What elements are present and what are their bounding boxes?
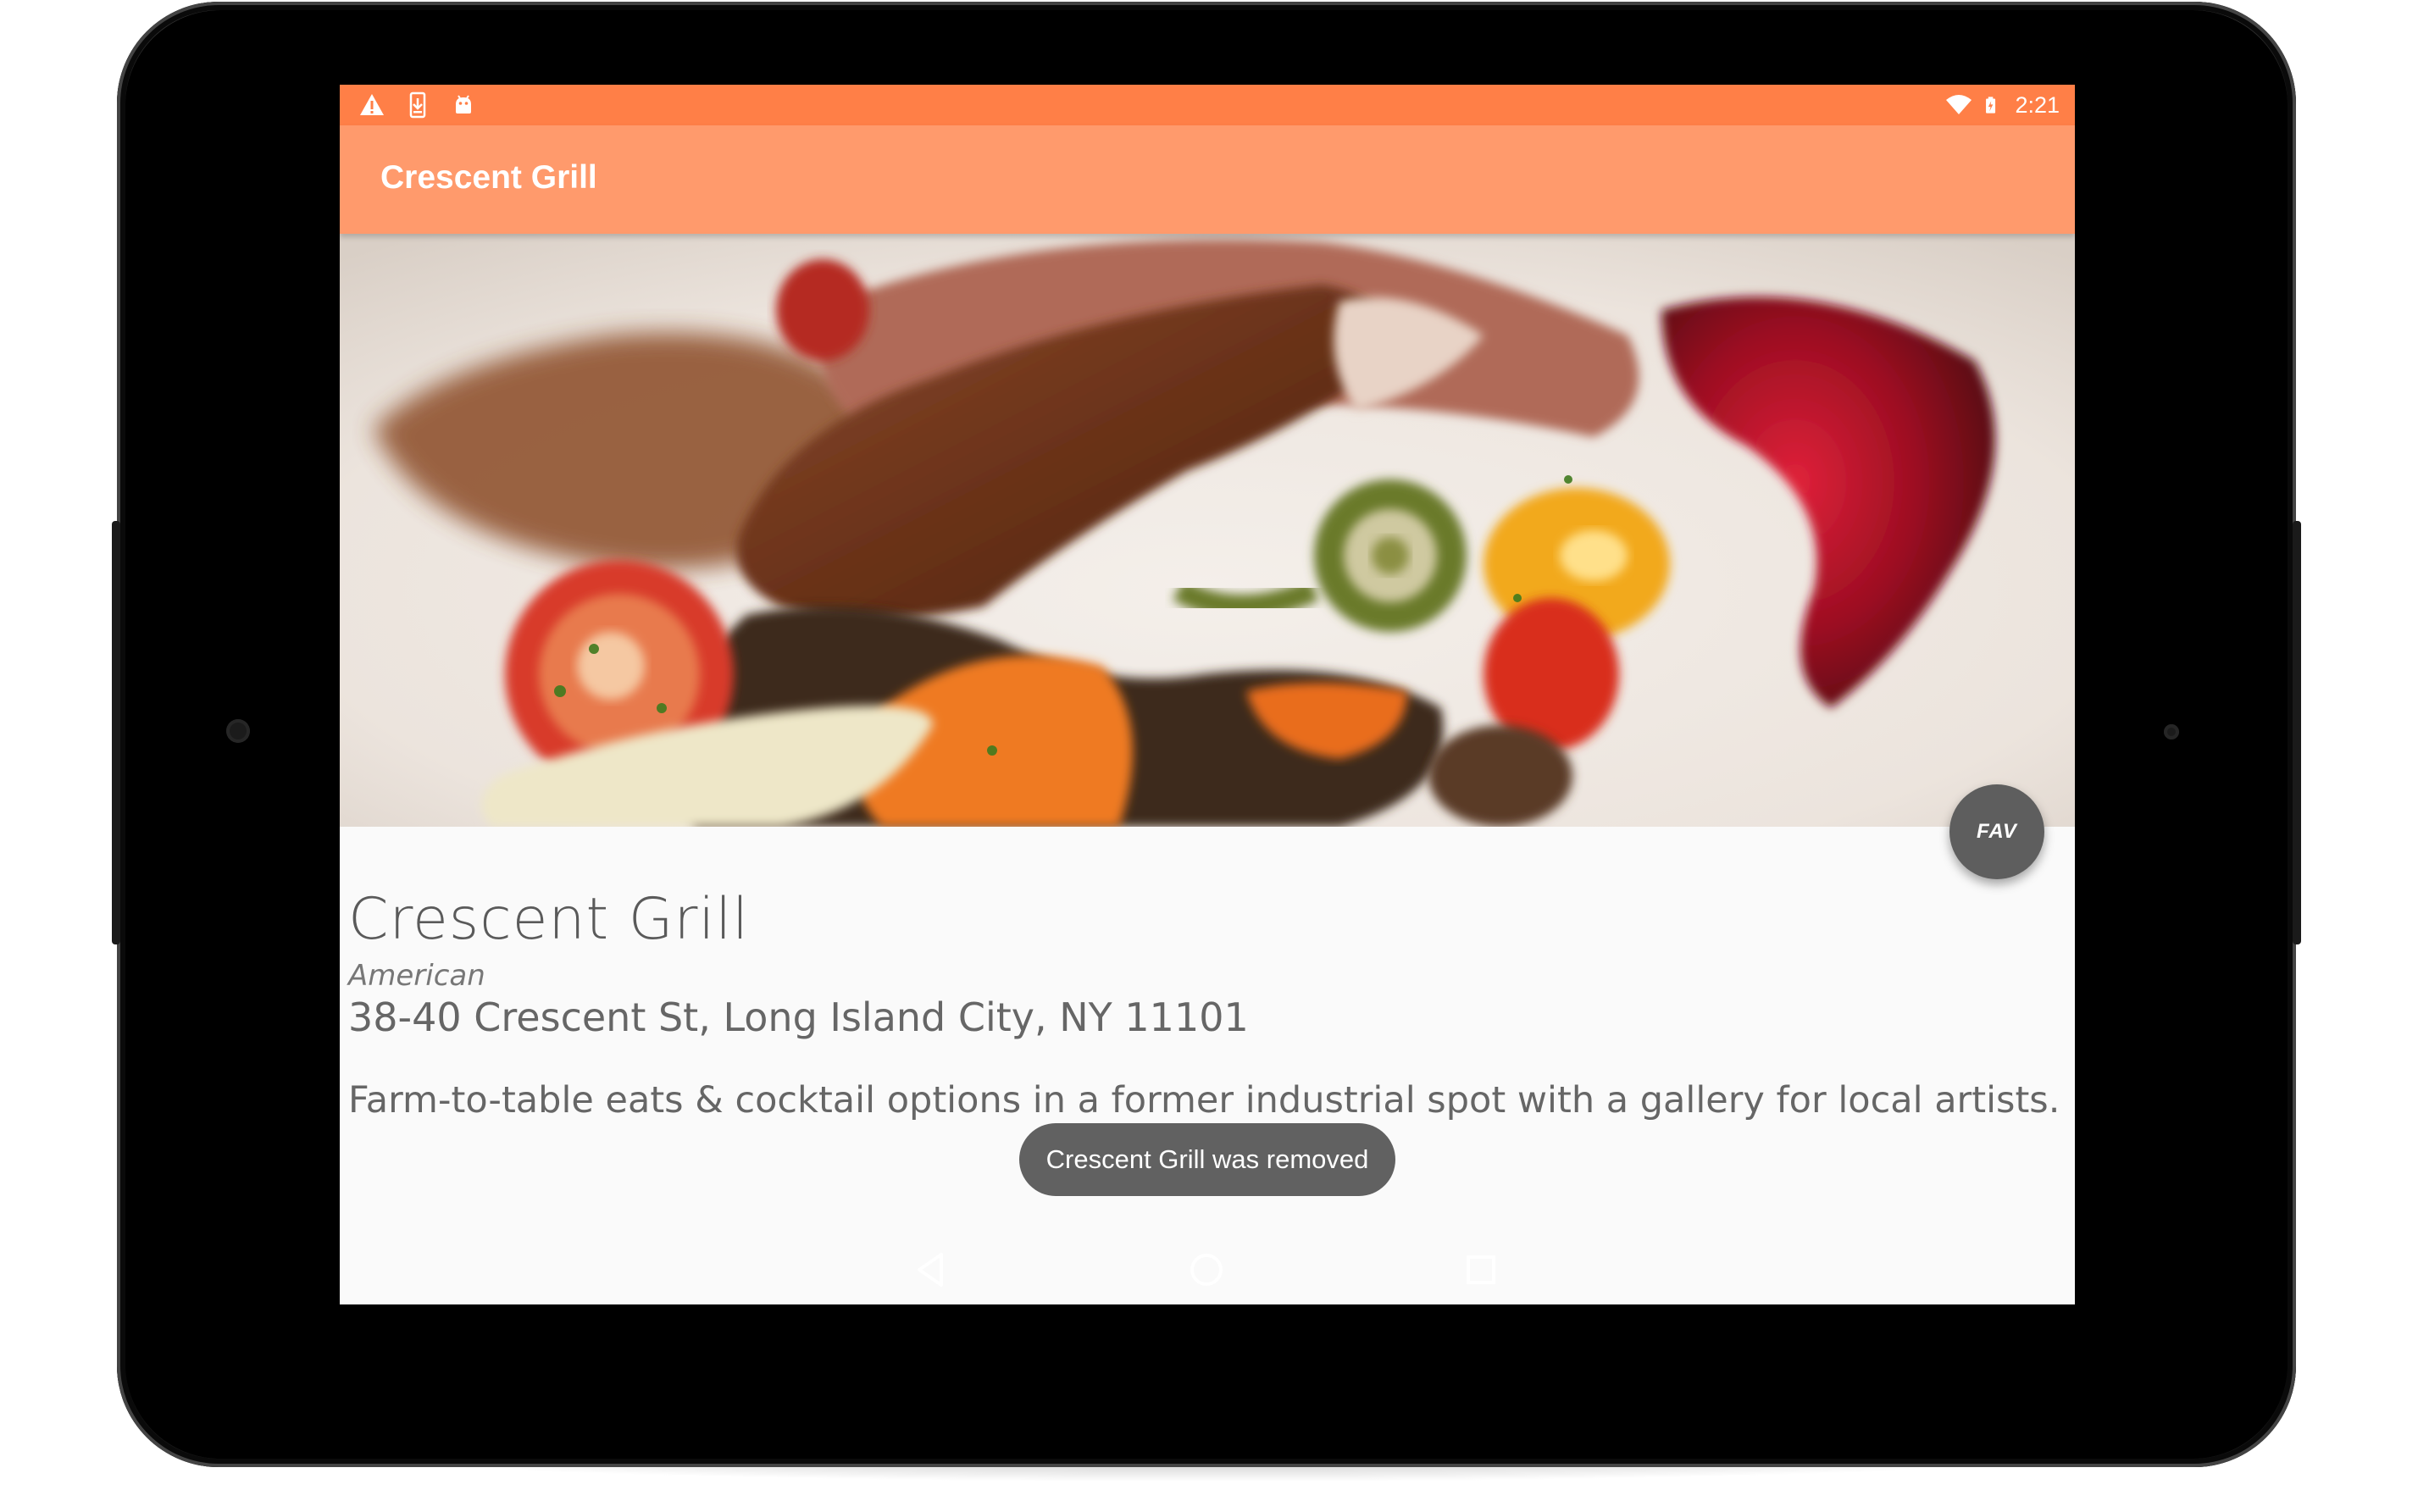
restaurant-hero-image: [340, 234, 2075, 827]
status-bar-notifications: [358, 91, 477, 119]
toast-text: Crescent Grill was removed: [1045, 1144, 1369, 1174]
recents-icon[interactable]: [1456, 1244, 1506, 1295]
android-icon: [456, 95, 471, 114]
restaurant-description: Farm-to-table eats & cocktail options in…: [348, 1079, 2060, 1122]
wifi-icon: [1946, 95, 1972, 114]
device-screen: 2:21 Crescent Grill Crescent Grill Ameri…: [340, 85, 2075, 1304]
back-icon[interactable]: [907, 1244, 958, 1295]
light-sensor: [2164, 724, 2179, 739]
status-bar: 2:21: [340, 85, 2075, 125]
status-bar-system: 2:21: [1945, 91, 2060, 119]
restaurant-address: 38-40 Crescent St, Long Island City, NY …: [348, 994, 1249, 1040]
warning-icon: [360, 94, 384, 115]
food-photo: [340, 234, 2075, 827]
app-bar-title: Crescent Grill: [380, 159, 597, 196]
favorite-button-label: FAV: [1977, 820, 2017, 843]
restaurant-details: Crescent Grill American 38-40 Crescent S…: [340, 827, 2075, 1304]
favorite-button[interactable]: FAV: [1949, 784, 2044, 879]
restaurant-name: Crescent Grill: [348, 886, 750, 953]
app-bar: Crescent Grill: [340, 125, 2075, 234]
restaurant-cuisine: American: [348, 959, 485, 993]
toast-message: Crescent Grill was removed: [1019, 1123, 1395, 1196]
status-bar-time: 2:21: [2015, 92, 2060, 118]
download-icon: [409, 91, 426, 119]
home-icon[interactable]: [1181, 1244, 1232, 1295]
speaker-grille-right: [2293, 521, 2301, 944]
speaker-grille-left: [112, 521, 120, 944]
front-camera: [226, 719, 250, 743]
battery-charging-icon: [1986, 97, 1996, 114]
